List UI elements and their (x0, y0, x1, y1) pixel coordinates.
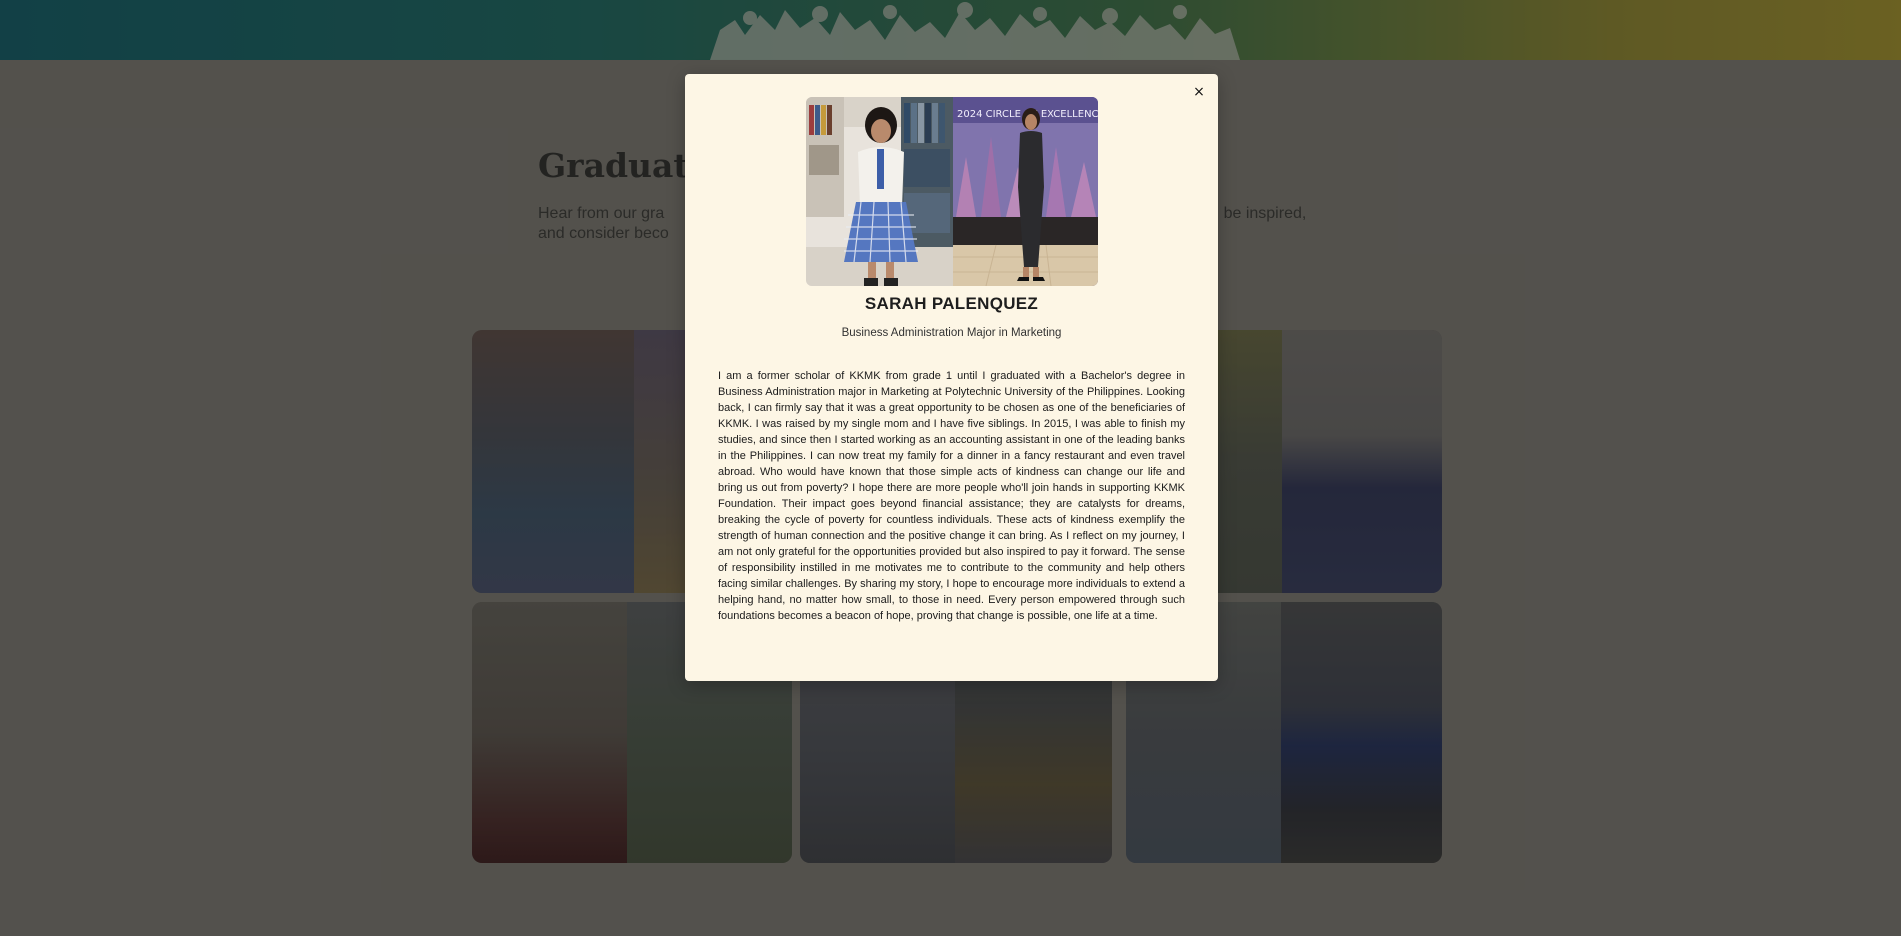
graduate-name: SARAH PALENQUEZ (864, 294, 1039, 313)
graduate-then-and-now-photo: 2024 CIRCLE OF EXCELLENCE AW (806, 97, 1098, 286)
close-button[interactable]: × (1190, 83, 1208, 101)
graduate-major: Business Administration Major in Marketi… (841, 327, 1062, 339)
graduate-story-modal: × 2024 CIRCLE EXCELLENC SARAH PALENQUEZ … (685, 74, 1218, 681)
graduate-story-text: I am a former scholar of KKMK from grade… (718, 370, 1185, 622)
